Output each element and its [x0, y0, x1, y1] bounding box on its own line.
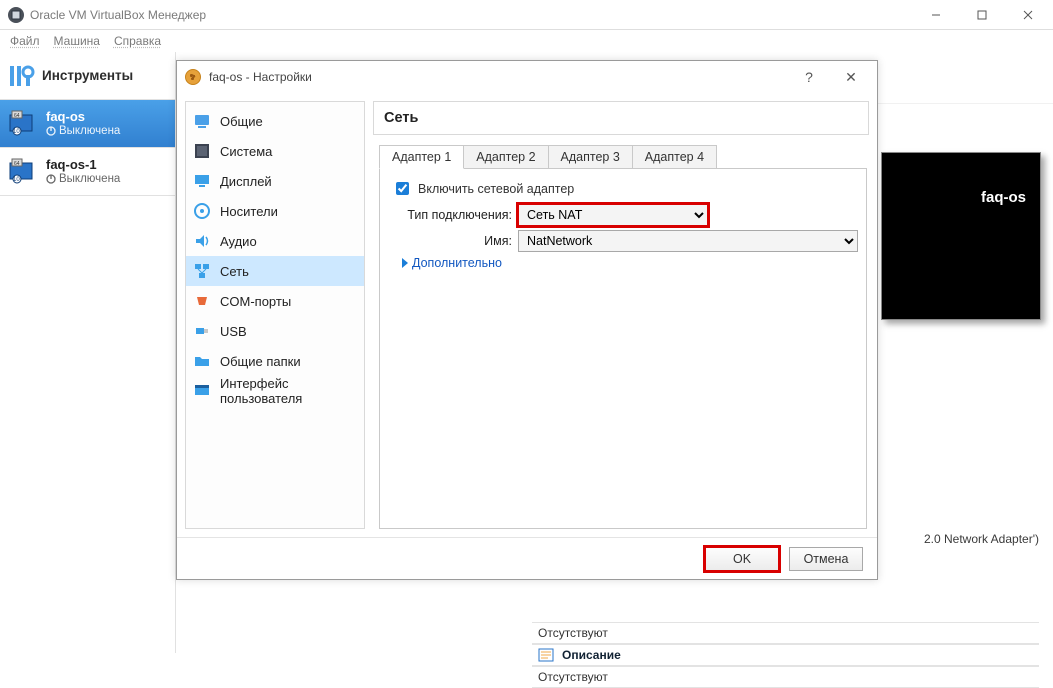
svg-text:64: 64 [14, 113, 20, 119]
network-icon [192, 261, 212, 281]
menu-help[interactable]: Справка [114, 34, 161, 48]
main-window-title: Oracle VM VirtualBox Менеджер [30, 8, 206, 22]
category-display[interactable]: Дисплей [186, 166, 364, 196]
category-storage[interactable]: Носители [186, 196, 364, 226]
enable-adapter-checkbox[interactable]: Включить сетевой адаптер [392, 179, 858, 198]
vm-preview: faq-os [881, 152, 1041, 320]
ui-icon [192, 381, 212, 401]
dialog-close-button[interactable]: ✕ [839, 69, 863, 86]
shared-folder-icon [192, 351, 212, 371]
vm-list-panel: Инструменты 64 10 faq-os Выключена 64 10 f… [0, 52, 176, 653]
advanced-toggle[interactable]: Дополнительно [402, 256, 858, 270]
adapter-tabs: Адаптер 1 Адаптер 2 Адаптер 3 Адаптер 4 [373, 145, 869, 169]
svg-text:10: 10 [13, 177, 20, 183]
adapter-tab-page: Включить сетевой адаптер Тип подключения… [379, 168, 867, 529]
category-network[interactable]: Сеть [186, 256, 364, 286]
category-ui[interactable]: Интерфейс пользователя [186, 376, 364, 406]
virtualbox-logo-icon [8, 7, 24, 23]
ok-button[interactable]: OK [705, 547, 779, 571]
vm-item-faq-os-1[interactable]: 64 10 faq-os-1 Выключена [0, 148, 175, 196]
attachment-type-label: Тип подключения: [388, 208, 518, 222]
audio-icon [192, 231, 212, 251]
close-button[interactable] [1005, 0, 1051, 30]
details-row-absent: Отсутствуют [532, 622, 1039, 644]
dialog-footer: OK Отмена [177, 537, 877, 579]
settings-dialog: faq-os - Настройки ? ✕ Общие Система Дис… [176, 60, 878, 580]
minimize-button[interactable] [913, 0, 959, 30]
dialog-title: faq-os - Настройки [209, 70, 312, 84]
enable-adapter-input[interactable] [396, 182, 409, 195]
tools-header[interactable]: Инструменты [0, 52, 175, 100]
tools-icon [8, 62, 36, 90]
vm-state: Выключена [59, 172, 120, 186]
category-system[interactable]: Система [186, 136, 364, 166]
system-icon [192, 141, 212, 161]
vm-os-icon: 64 10 [8, 157, 38, 187]
category-audio[interactable]: Аудио [186, 226, 364, 256]
preview-vm-name: faq-os [981, 189, 1026, 206]
dialog-help-button[interactable]: ? [797, 69, 821, 86]
vm-state: Выключена [59, 124, 120, 138]
vm-os-icon: 64 10 [8, 109, 38, 139]
details-row-description-header[interactable]: Описание [532, 644, 1039, 666]
settings-category-list: Общие Система Дисплей Носители Аудио Сет… [185, 101, 365, 529]
section-title: Сеть [373, 101, 869, 135]
vm-name: faq-os-1 [46, 158, 120, 172]
main-menubar: Файл Машина Справка [0, 30, 1053, 52]
settings-cookie-icon [185, 69, 201, 85]
details-section: Отсутствуют Описание Отсутствуют [532, 622, 1039, 688]
vm-name: faq-os [46, 110, 120, 124]
category-general[interactable]: Общие [186, 106, 364, 136]
description-icon [538, 647, 554, 663]
tab-adapter-4[interactable]: Адаптер 4 [633, 145, 717, 169]
category-shared[interactable]: Общие папки [186, 346, 364, 376]
tab-adapter-2[interactable]: Адаптер 2 [464, 145, 548, 169]
menu-machine[interactable]: Машина [54, 34, 100, 48]
tools-label: Инструменты [42, 68, 133, 83]
network-name-select[interactable]: NatNetwork [518, 230, 858, 252]
storage-icon [192, 201, 212, 221]
serial-icon [192, 291, 212, 311]
usb-icon [192, 321, 212, 341]
svg-text:10: 10 [13, 129, 20, 135]
details-row-absent: Отсутствуют [532, 666, 1039, 688]
maximize-button[interactable] [959, 0, 1005, 30]
category-serial[interactable]: COM-порты [186, 286, 364, 316]
category-usb[interactable]: USB [186, 316, 364, 346]
dialog-titlebar: faq-os - Настройки ? ✕ [177, 61, 877, 93]
details-fragment: 2.0 Network Adapter') [924, 532, 1039, 546]
vm-item-faq-os[interactable]: 64 10 faq-os Выключена [0, 100, 175, 148]
network-name-label: Имя: [388, 234, 518, 248]
main-window-controls [913, 0, 1051, 30]
power-icon [46, 174, 56, 184]
power-icon [46, 126, 56, 136]
cancel-button[interactable]: Отмена [789, 547, 863, 571]
general-icon [192, 111, 212, 131]
triangle-right-icon [402, 258, 408, 268]
svg-text:64: 64 [14, 161, 20, 167]
menu-file[interactable]: Файл [10, 34, 40, 48]
tab-adapter-3[interactable]: Адаптер 3 [549, 145, 633, 169]
main-titlebar: Oracle VM VirtualBox Менеджер [0, 0, 1053, 30]
attachment-type-select[interactable]: Сеть NAT [518, 204, 708, 226]
tab-adapter-1[interactable]: Адаптер 1 [379, 145, 464, 169]
settings-content-panel: Сеть Адаптер 1 Адаптер 2 Адаптер 3 Адапт… [373, 101, 869, 529]
display-icon [192, 171, 212, 191]
